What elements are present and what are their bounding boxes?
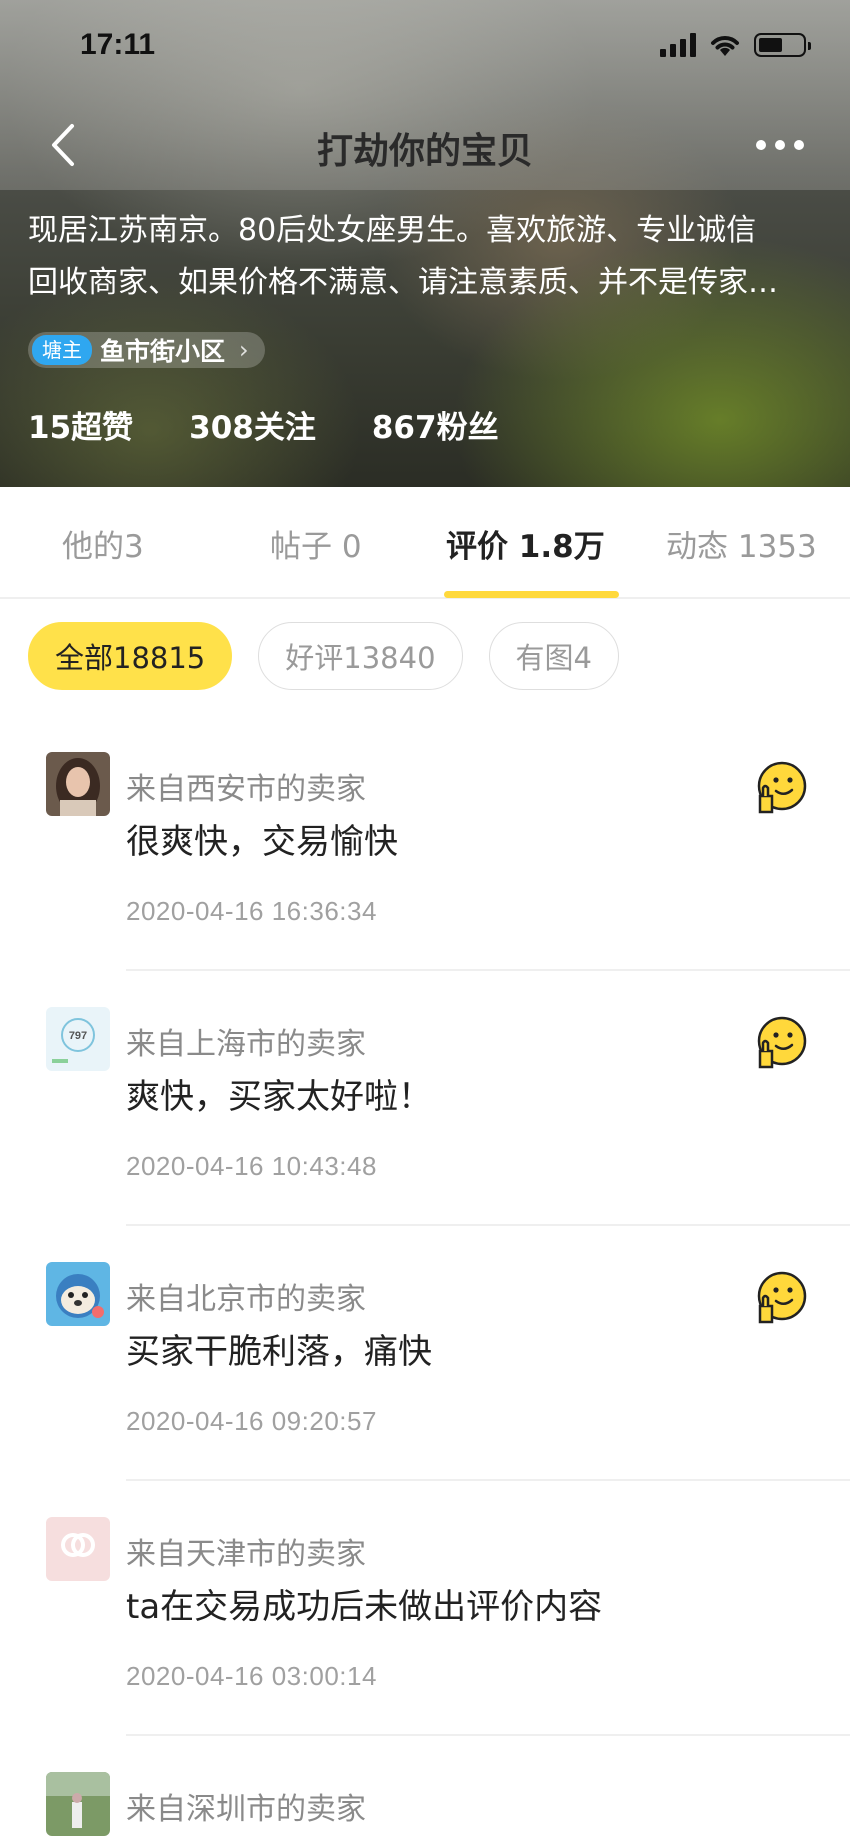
review-item[interactable]: 797 来自上海市的卖家 爽快，买家太好啦！ 2020-04-16 10:43:… xyxy=(0,1007,850,1262)
review-text: 爽快，买家太好啦！ xyxy=(126,1077,432,1117)
battery-icon xyxy=(754,33,811,57)
pond-name: 鱼市街小区 xyxy=(100,337,226,366)
avatar[interactable] xyxy=(46,1517,110,1581)
avatar[interactable] xyxy=(46,752,110,816)
tab-posts[interactable]: 帖子 0 xyxy=(270,521,362,566)
profile-header: 17:11 打劫你的宝贝 现居江苏南京。80后处女座男生。喜欢旅游、专业诚信 回… xyxy=(0,0,850,487)
review-time: 2020-04-16 10:43:48 xyxy=(126,1151,377,1181)
tab-reviews[interactable]: 评价 1.8万 xyxy=(446,521,605,566)
active-tab-indicator xyxy=(444,591,619,598)
review-item[interactable]: 来自天津市的卖家 ta在交易成功后未做出评价内容 2020-04-16 03:0… xyxy=(0,1517,850,1772)
reviewer-name: 来自北京市的卖家 xyxy=(126,1282,366,1317)
pond-tag[interactable]: 塘主 鱼市街小区 › xyxy=(28,332,265,368)
status-bar: 17:11 xyxy=(0,0,850,92)
avatar[interactable] xyxy=(46,1262,110,1326)
review-time: 2020-04-16 03:00:14 xyxy=(126,1661,377,1691)
nav-bar: 打劫你的宝贝 xyxy=(0,100,850,190)
thumbs-up-emoji-icon xyxy=(757,761,807,814)
tab-items[interactable]: 他的3 xyxy=(62,521,144,566)
profile-stats: 15超赞 308关注 867粉丝 xyxy=(28,402,499,447)
review-item[interactable]: 来自深圳市的卖家 xyxy=(0,1772,850,1840)
avatar[interactable]: 797 xyxy=(46,1007,110,1071)
reviewer-name: 来自上海市的卖家 xyxy=(126,1027,366,1062)
bio-line: 回收商家、如果价格不满意、请注意素质、并不是传家… xyxy=(28,265,778,300)
reviewer-name: 来自天津市的卖家 xyxy=(126,1537,366,1572)
review-item[interactable]: 来自西安市的卖家 很爽快，交易愉快 2020-04-16 16:36:34 xyxy=(0,752,850,1007)
profile-bio: 现居江苏南京。80后处女座男生。喜欢旅游、专业诚信 回收商家、如果价格不满意、请… xyxy=(28,205,828,309)
wifi-icon xyxy=(711,36,739,56)
pond-owner-badge: 塘主 xyxy=(32,335,92,365)
thumbs-up-emoji-icon xyxy=(757,1016,807,1069)
thumbs-up-emoji-icon xyxy=(757,1271,807,1324)
stat-followers[interactable]: 867粉丝 xyxy=(372,402,499,447)
filter-all[interactable]: 全部18815 xyxy=(28,622,233,690)
page-title: 打劫你的宝贝 xyxy=(316,131,533,172)
more-options-icon[interactable] xyxy=(756,130,816,160)
review-text: ta在交易成功后未做出评价内容 xyxy=(126,1587,603,1627)
filter-with-photos[interactable]: 有图4 xyxy=(488,622,619,690)
review-text: 买家干脆利落，痛快 xyxy=(126,1332,432,1372)
cellular-signal-icon xyxy=(660,33,696,57)
divider xyxy=(126,969,850,971)
reviewer-name: 来自深圳市的卖家 xyxy=(126,1792,366,1827)
review-item[interactable]: 来自北京市的卖家 买家干脆利落，痛快 2020-04-16 09:20:57 xyxy=(0,1262,850,1517)
divider xyxy=(126,1479,850,1481)
bio-line: 现居江苏南京。80后处女座男生。喜欢旅游、专业诚信 xyxy=(28,213,757,248)
stat-likes[interactable]: 15超赞 xyxy=(28,402,133,447)
review-text: 很爽快，交易愉快 xyxy=(126,822,398,862)
svg-text:797: 797 xyxy=(69,1030,87,1042)
stat-following[interactable]: 308关注 xyxy=(189,402,316,447)
review-time: 2020-04-16 09:20:57 xyxy=(126,1406,377,1436)
chevron-right-icon: › xyxy=(239,336,249,364)
status-icons xyxy=(660,32,811,58)
filter-positive[interactable]: 好评13840 xyxy=(258,622,463,690)
tab-activity[interactable]: 动态 1353 xyxy=(666,521,817,566)
profile-tabs: 他的3 帖子 0 评价 1.8万 动态 1353 xyxy=(0,487,850,599)
reviewer-name: 来自西安市的卖家 xyxy=(126,772,366,807)
review-filters: 全部18815 好评13840 有图4 xyxy=(28,622,619,690)
divider xyxy=(126,1224,850,1226)
review-time: 2020-04-16 16:36:34 xyxy=(126,896,377,926)
avatar[interactable] xyxy=(46,1772,110,1836)
status-time: 17:11 xyxy=(80,28,156,61)
divider xyxy=(126,1734,850,1736)
